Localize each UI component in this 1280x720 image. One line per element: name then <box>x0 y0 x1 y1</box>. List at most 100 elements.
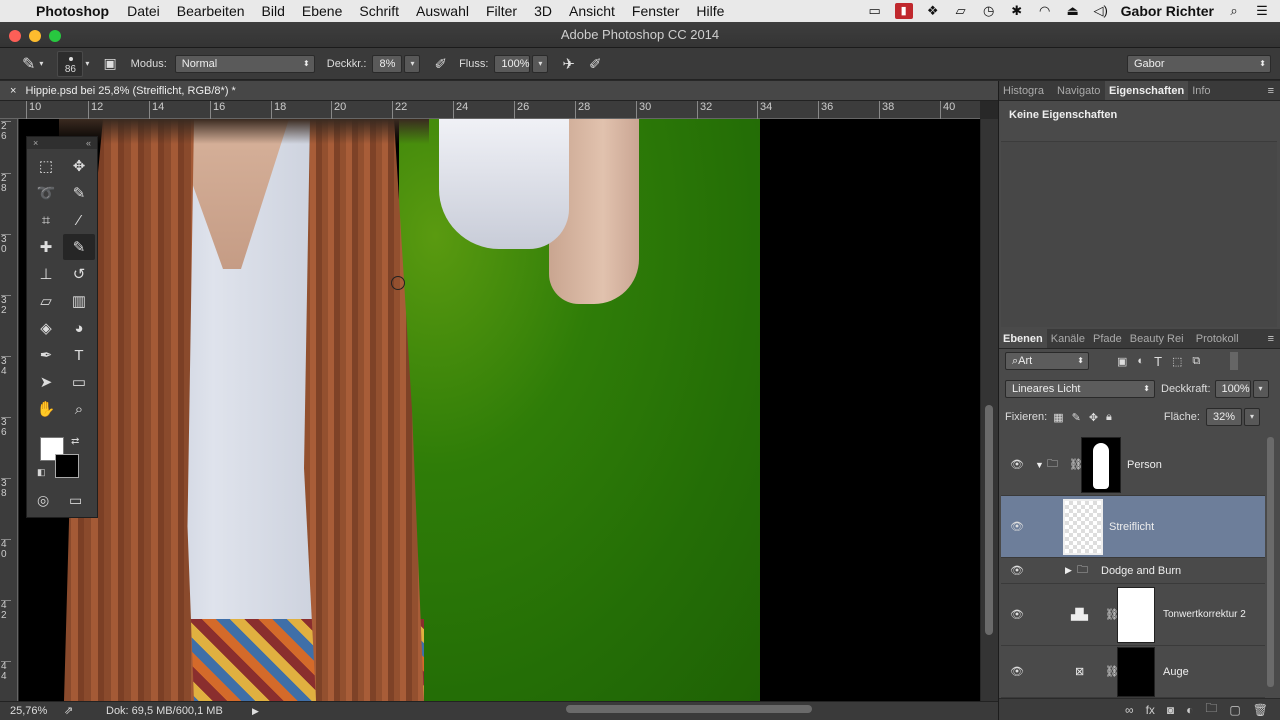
menu-fenster[interactable]: Fenster <box>632 3 679 19</box>
menu-ebene[interactable]: Ebene <box>302 3 342 19</box>
app-menu[interactable]: Photoshop <box>36 3 109 19</box>
path-selection-tool-icon[interactable]: ➤ <box>30 369 62 395</box>
visibility-eye-icon[interactable]: 👁︎ <box>1009 665 1025 678</box>
layer-row-person[interactable]: 👁︎ ▼ 🗀︎ ⛓︎ Person <box>1001 434 1265 496</box>
layer-name[interactable]: Streiflicht <box>1109 521 1154 533</box>
mode-select[interactable]: Normal ⬍ <box>174 54 315 73</box>
opacity-input[interactable]: 8% <box>372 54 403 73</box>
new-layer-icon[interactable]: ▢ <box>1229 703 1240 717</box>
tab-navigator[interactable]: Navigato <box>1053 81 1105 100</box>
search-icon[interactable]: ⌕ <box>1226 3 1242 19</box>
new-group-icon[interactable]: 🗀︎ <box>1205 699 1217 720</box>
dodge-tool-icon[interactable]: ◕ <box>63 315 95 341</box>
minimize-window-button[interactable] <box>29 30 41 42</box>
lock-all-icon[interactable]: 🔒︎ <box>1106 411 1112 424</box>
visibility-eye-icon[interactable]: 👁︎ <box>1009 458 1025 471</box>
rectangle-tool-icon[interactable]: ▭ <box>63 369 95 395</box>
menu-ansicht[interactable]: Ansicht <box>569 3 615 19</box>
layers-scrollbar-thumb[interactable] <box>1267 437 1274 687</box>
layer-mask-thumbnail[interactable] <box>1081 436 1121 493</box>
healing-brush-tool-icon[interactable]: ✚ <box>30 234 62 260</box>
layer-row-streiflicht[interactable]: 👁︎ Streiflicht <box>1001 496 1265 558</box>
delete-layer-icon[interactable]: 🗑︎ <box>1253 703 1268 717</box>
time-machine-icon[interactable]: ◷ <box>981 3 997 19</box>
volume-icon[interactable]: ◁) <box>1093 3 1109 19</box>
filter-shape-icon[interactable]: ⬚ <box>1172 355 1182 368</box>
clone-stamp-tool-icon[interactable]: ⊥ <box>30 261 62 287</box>
visibility-eye-icon[interactable]: 👁︎ <box>1009 520 1025 533</box>
horizontal-ruler[interactable]: 10 12 14 16 18 20 22 24 26 28 30 32 34 3… <box>0 101 980 119</box>
brush-picker-dropdown-icon[interactable]: ▾ <box>85 59 89 68</box>
lasso-tool-icon[interactable]: ➰ <box>30 180 62 206</box>
quick-mask-icon[interactable]: ◎ <box>37 492 49 509</box>
screen-icon[interactable]: ▭ <box>867 3 883 19</box>
notification-list-icon[interactable]: ☰ <box>1254 3 1270 19</box>
close-window-button[interactable] <box>9 30 21 42</box>
horizontal-scrollbar-thumb[interactable] <box>566 705 812 713</box>
brush-size-picker[interactable]: 86 <box>57 50 84 77</box>
airplay-icon[interactable]: ▱ <box>953 3 969 19</box>
document-canvas[interactable] <box>19 119 980 701</box>
menu-auswahl[interactable]: Auswahl <box>416 3 469 19</box>
layer-filter-select[interactable]: ⌕Art ⬍ <box>1005 352 1089 370</box>
brush-panel-toggle-icon[interactable]: ▣ <box>103 55 116 72</box>
close-panel-icon[interactable]: × <box>33 137 38 149</box>
default-colors-icon[interactable]: ◧ <box>37 467 46 478</box>
link-layers-icon[interactable]: ∞ <box>1125 703 1134 717</box>
blur-tool-icon[interactable]: ◈ <box>30 315 62 341</box>
layer-name[interactable]: Auge <box>1163 666 1189 678</box>
history-brush-tool-icon[interactable]: ↺ <box>63 261 95 287</box>
zoom-tool-icon[interactable]: ⌕ <box>63 396 95 422</box>
document-tab[interactable]: × Hippie.psd bei 25,8% (Streiflicht, RGB… <box>0 81 998 101</box>
zoom-window-button[interactable] <box>49 30 61 42</box>
tab-beauty-retouch[interactable]: Beauty Rei <box>1126 329 1192 348</box>
layer-row-auge[interactable]: 👁︎ ⊠ ⛓︎ Auge <box>1001 646 1265 698</box>
tab-histogram[interactable]: Histogra <box>999 81 1053 100</box>
group-collapsed-icon[interactable]: ▶ <box>1065 565 1072 576</box>
tab-layers[interactable]: Ebenen <box>999 329 1047 348</box>
panel-menu-icon[interactable]: ≡ <box>1268 81 1274 101</box>
export-icon[interactable]: ⇗ <box>64 702 73 720</box>
quick-selection-tool-icon[interactable]: ✎ <box>63 180 95 206</box>
layer-fill-input[interactable]: 32% <box>1205 408 1242 426</box>
blend-mode-select[interactable]: Lineares Licht ⬍ <box>1005 380 1155 398</box>
eject-icon[interactable]: ⏏ <box>1065 3 1081 19</box>
panel-menu-icon[interactable]: ≡ <box>1268 329 1274 349</box>
layer-name[interactable]: Person <box>1127 459 1162 471</box>
brush-tool-icon[interactable]: ✎ <box>22 54 35 74</box>
tab-history[interactable]: Protokoll <box>1192 329 1243 348</box>
zoom-level[interactable]: 25,76% <box>10 702 47 720</box>
close-document-icon[interactable]: × <box>10 85 16 97</box>
background-color-swatch[interactable] <box>55 454 79 478</box>
filter-toggle[interactable] <box>1230 352 1239 370</box>
layer-mask-thumbnail[interactable] <box>1117 646 1155 697</box>
swap-colors-icon[interactable]: ⇄ <box>71 436 79 447</box>
bluetooth-icon[interactable]: ✱ <box>1009 3 1025 19</box>
layer-row-tonwertkorrektur[interactable]: 👁︎ ▟▙ ⛓︎ Tonwertkorrektur 2 <box>1001 584 1265 646</box>
filter-type-icon[interactable]: T <box>1154 354 1162 369</box>
layer-row-dodge-and-burn[interactable]: 👁︎ ▶ 🗀︎ Dodge and Burn <box>1001 558 1265 584</box>
vertical-ruler[interactable]: 2 6 2 8 3 0 3 2 3 4 3 6 3 8 4 0 4 2 4 4 <box>0 119 18 701</box>
new-adjustment-layer-icon[interactable]: ◐ <box>1186 703 1193 717</box>
marquee-tool-icon[interactable]: ⬚ <box>30 153 62 179</box>
visibility-eye-icon[interactable]: 👁︎ <box>1009 564 1025 577</box>
layer-opacity-dropdown[interactable]: ▾ <box>1252 380 1269 398</box>
flow-input[interactable]: 100% <box>494 54 531 73</box>
add-mask-icon[interactable]: ◙ <box>1167 703 1174 717</box>
user-name[interactable]: Gabor Richter <box>1121 3 1214 19</box>
layer-fill-dropdown[interactable]: ▾ <box>1243 408 1260 426</box>
menu-schrift[interactable]: Schrift <box>359 3 399 19</box>
workspace-select[interactable]: Gabor ⬍ <box>1127 54 1271 73</box>
vertical-scrollbar-thumb[interactable] <box>985 405 993 635</box>
wifi-icon[interactable]: ◠ <box>1037 3 1053 19</box>
flow-dropdown-button[interactable]: ▾ <box>532 54 549 73</box>
pressure-size-icon[interactable]: ✐ <box>589 55 602 73</box>
menu-3d[interactable]: 3D <box>534 3 552 19</box>
status-menu-arrow-icon[interactable]: ▶ <box>252 702 259 720</box>
menu-filter[interactable]: Filter <box>486 3 517 19</box>
tab-paths[interactable]: Pfade <box>1089 329 1126 348</box>
tool-preset-dropdown-icon[interactable]: ▾ <box>39 59 43 68</box>
opacity-dropdown-button[interactable]: ▾ <box>404 54 421 73</box>
move-tool-icon[interactable]: ✥ <box>63 153 95 179</box>
gradient-tool-icon[interactable]: ▥ <box>63 288 95 314</box>
